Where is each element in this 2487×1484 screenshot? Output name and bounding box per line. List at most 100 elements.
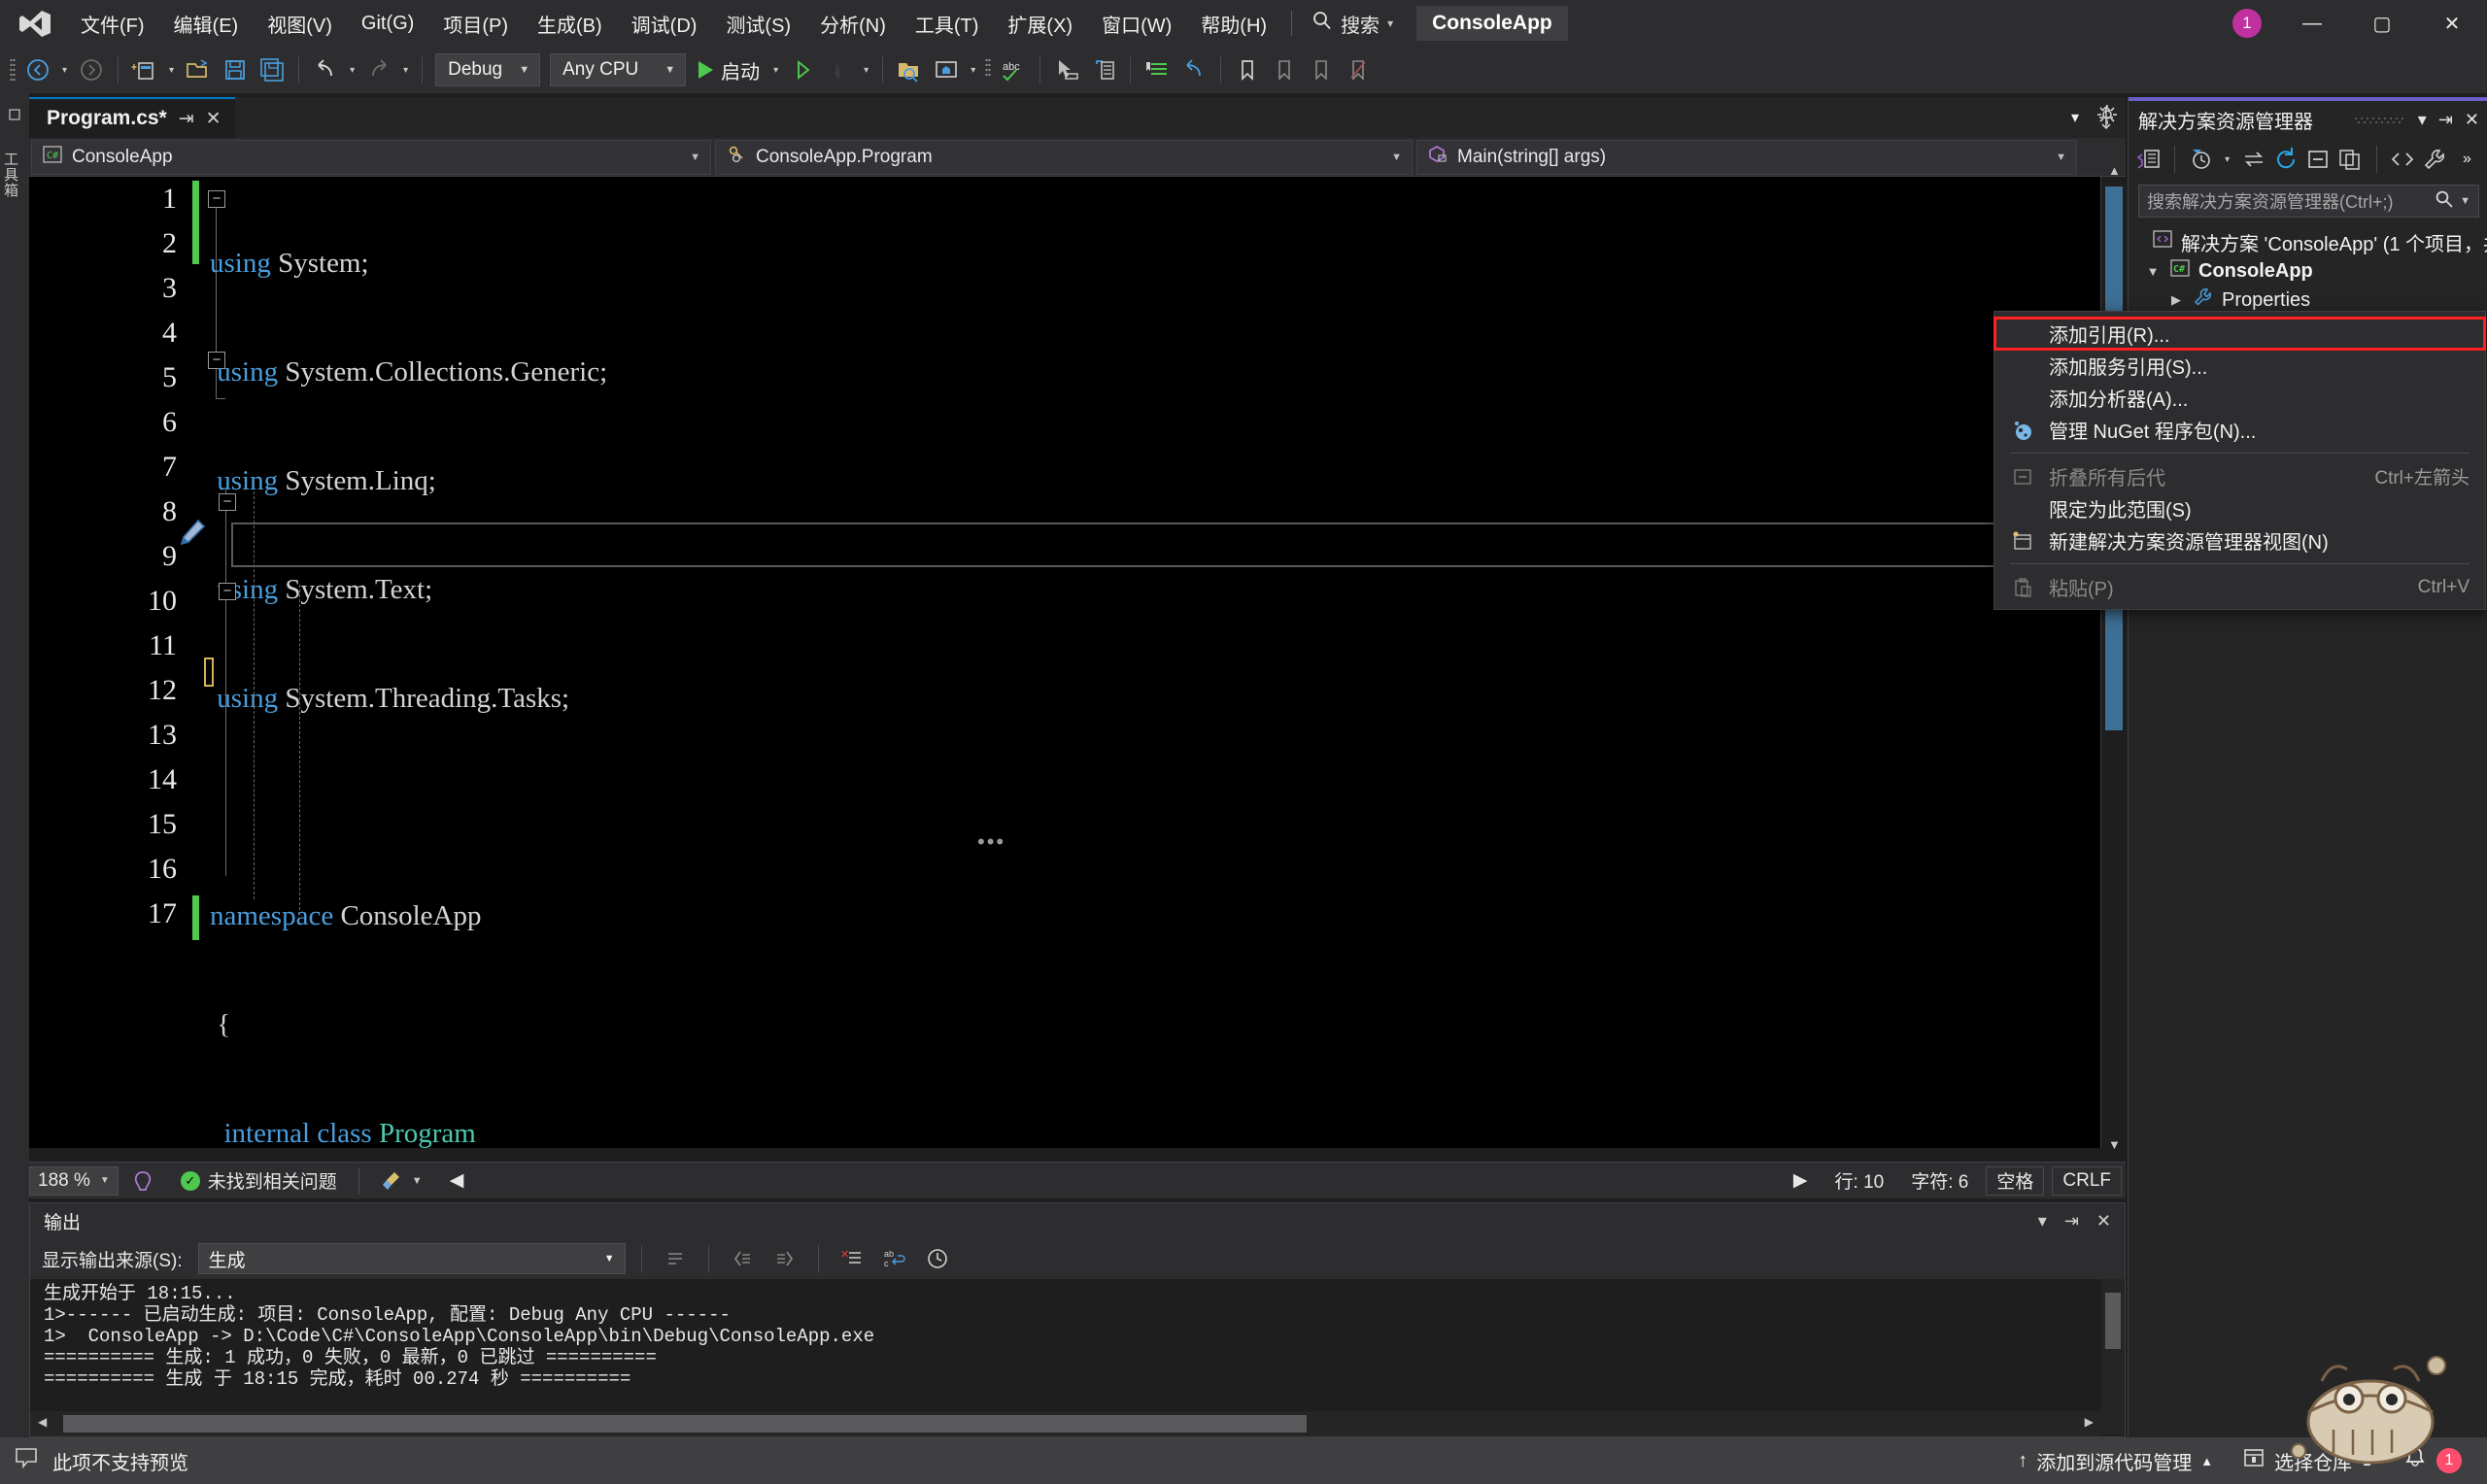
pin-icon[interactable]: ⇥ xyxy=(179,108,194,130)
document-tab-program-cs[interactable]: Program.cs* ⇥ ✕ xyxy=(29,97,235,138)
menu-help[interactable]: 帮助(H) xyxy=(1186,0,1281,47)
ctx-manage-nuget[interactable]: 管理 NuGet 程序包(N)... xyxy=(1994,414,2485,446)
properties-wrench-icon[interactable] xyxy=(2421,143,2449,176)
start-dropdown[interactable]: ▾ xyxy=(767,51,784,88)
fold-toggle-class[interactable]: − xyxy=(219,493,236,511)
collapse-all-icon[interactable] xyxy=(2303,143,2332,176)
select-repository-button[interactable]: 选择仓库 ▲ xyxy=(2232,1441,2383,1480)
menu-window[interactable]: 窗口(W) xyxy=(1087,0,1186,47)
chevron-down-icon[interactable]: ▾ xyxy=(2038,1211,2047,1231)
live-share-icon[interactable] xyxy=(928,51,965,88)
rail-item-toolbox[interactable]: 工具箱 xyxy=(0,146,20,204)
output-vertical-scrollbar[interactable] xyxy=(2101,1279,2125,1434)
nav-split-control[interactable] xyxy=(2096,105,2116,130)
solution-platform-combo[interactable]: Any CPU ▼ xyxy=(550,53,687,86)
scroll-down-arrow-icon[interactable]: ▼ xyxy=(2108,1137,2121,1152)
expander-icon[interactable]: ▶ xyxy=(2167,292,2185,308)
find-in-files-icon[interactable] xyxy=(891,51,928,88)
output-hscroll-thumb[interactable] xyxy=(63,1415,1307,1433)
ctx-add-service-reference[interactable]: 添加服务引用(S)... xyxy=(1994,350,2485,382)
solution-explorer-search-input[interactable]: 搜索解决方案资源管理器(Ctrl+;) ▼ xyxy=(2138,185,2479,218)
bookmark-icon[interactable] xyxy=(1229,51,1266,88)
output-horizontal-scrollbar[interactable]: ◀ ▶ xyxy=(30,1411,2101,1436)
ctx-add-analyzer[interactable]: 添加分析器(A)... xyxy=(1994,382,2485,414)
solution-configuration-combo[interactable]: Debug ▼ xyxy=(435,53,541,86)
fold-toggle-method[interactable]: − xyxy=(219,583,236,600)
close-icon[interactable]: ✕ xyxy=(206,108,221,130)
menu-extensions[interactable]: 扩展(X) xyxy=(993,0,1087,47)
issues-status[interactable]: ✓ 未找到相关问题 xyxy=(167,1166,351,1196)
toolbox-pin-icon[interactable] xyxy=(0,99,29,130)
new-project-button[interactable] xyxy=(126,51,163,88)
close-icon[interactable]: ✕ xyxy=(2465,110,2479,130)
menu-tools[interactable]: 工具(T) xyxy=(901,0,994,47)
previous-bookmark-icon[interactable] xyxy=(1266,51,1303,88)
go-to-next-message-icon[interactable] xyxy=(767,1243,802,1274)
undo-dropdown[interactable]: ▾ xyxy=(344,51,360,88)
view-code-icon[interactable] xyxy=(2389,143,2417,176)
next-bookmark-icon[interactable] xyxy=(1303,51,1340,88)
notifications-bell-button[interactable]: 1 xyxy=(2393,1441,2471,1480)
show-all-files-icon[interactable] xyxy=(2336,143,2365,176)
close-icon[interactable]: ✕ xyxy=(2096,1211,2111,1231)
go-to-definition-icon[interactable] xyxy=(1085,51,1122,88)
output-text-area[interactable]: 生成开始于 18:15... 1>------ 已启动生成: 项目: Conso… xyxy=(30,1279,2125,1405)
navigate-backward-dropdown[interactable]: ▾ xyxy=(56,51,73,88)
maximize-button[interactable]: ▢ xyxy=(2347,0,2417,47)
minimize-button[interactable]: — xyxy=(2277,0,2347,47)
nav-project-combo[interactable]: C# ConsoleApp ▼ xyxy=(31,139,711,175)
toolbar-grip-2[interactable] xyxy=(981,55,995,84)
menu-view[interactable]: 视图(V) xyxy=(253,0,347,47)
toggle-word-wrap-icon[interactable]: ab c xyxy=(877,1243,912,1274)
menu-test[interactable]: 测试(S) xyxy=(711,0,805,47)
select-element-icon[interactable] xyxy=(1048,51,1085,88)
menu-file[interactable]: 文件(F) xyxy=(66,0,159,47)
clear-bookmarks-icon[interactable] xyxy=(1340,51,1377,88)
clear-all-icon[interactable]: ✕ xyxy=(835,1243,869,1274)
undo-button[interactable] xyxy=(307,51,344,88)
go-to-previous-message-icon[interactable] xyxy=(725,1243,760,1274)
live-share-dropdown[interactable]: ▾ xyxy=(965,51,981,88)
navigate-backward-button[interactable] xyxy=(19,51,56,88)
menu-debug[interactable]: 调试(D) xyxy=(617,0,712,47)
ctx-add-reference[interactable]: 添加引用(R)... xyxy=(1993,317,2486,351)
close-button[interactable]: ✕ xyxy=(2417,0,2487,47)
solution-name-tab[interactable]: ConsoleApp xyxy=(1416,6,1568,41)
menu-analyze[interactable]: 分析(N) xyxy=(805,0,901,47)
toolbar-grip[interactable] xyxy=(6,55,19,84)
window-drag-dots-icon[interactable] xyxy=(2354,110,2406,130)
save-button[interactable] xyxy=(217,51,254,88)
open-file-button[interactable] xyxy=(180,51,217,88)
navigate-forward-button[interactable] xyxy=(73,51,110,88)
pin-icon[interactable]: ⇥ xyxy=(2438,110,2453,130)
ctx-scope-to-this[interactable]: 限定为此范围(S) xyxy=(1994,492,2485,524)
hot-reload-icon[interactable] xyxy=(821,51,858,88)
menu-edit[interactable]: 编辑(E) xyxy=(159,0,254,47)
spell-check-icon[interactable]: abc xyxy=(995,51,1032,88)
hscroll-right-arrow-icon[interactable]: ▶ xyxy=(2085,1415,2094,1429)
find-message-icon[interactable] xyxy=(658,1243,693,1274)
nav-member-combo[interactable]: Main(string[] args) ▼ xyxy=(1416,139,2077,175)
menu-git[interactable]: Git(G) xyxy=(347,0,428,47)
show-timestamps-icon[interactable] xyxy=(920,1243,955,1274)
save-all-button[interactable] xyxy=(254,51,290,88)
menu-build[interactable]: 生成(B) xyxy=(523,0,617,47)
output-scroll-thumb[interactable] xyxy=(2105,1293,2121,1349)
add-to-source-control-button[interactable]: ↑ 添加到源代码管理 ▲ xyxy=(2008,1441,2223,1480)
ctx-new-solution-view[interactable]: 新建解决方案资源管理器视图(N) xyxy=(1994,524,2485,556)
tree-item-solution[interactable]: 解决方案 'ConsoleApp' (1 个项目，共 xyxy=(2129,227,2487,256)
pending-changes-filter-icon[interactable] xyxy=(2187,143,2215,176)
zoom-combo[interactable]: 188 % ▼ xyxy=(29,1165,119,1196)
redo-button[interactable] xyxy=(360,51,397,88)
hot-reload-dropdown[interactable]: ▾ xyxy=(858,51,874,88)
bookmark-list-icon[interactable] xyxy=(1139,51,1175,88)
filter-dropdown-icon[interactable]: ▾ xyxy=(2219,141,2235,178)
scroll-left-arrow-icon[interactable]: ◀ xyxy=(436,1166,478,1196)
indentation-indicator[interactable]: 空格 xyxy=(1986,1165,2045,1196)
tree-item-project-consoleapp[interactable]: ▼ C# ConsoleApp xyxy=(2129,256,2487,286)
chevron-down-icon[interactable]: ▼ xyxy=(2460,195,2470,207)
notification-badge[interactable]: 1 xyxy=(2232,9,2262,38)
quick-actions-icon[interactable] xyxy=(175,517,208,555)
tab-list-chevron-icon[interactable]: ▾ xyxy=(2071,108,2079,127)
intellicode-icon[interactable] xyxy=(119,1166,167,1196)
